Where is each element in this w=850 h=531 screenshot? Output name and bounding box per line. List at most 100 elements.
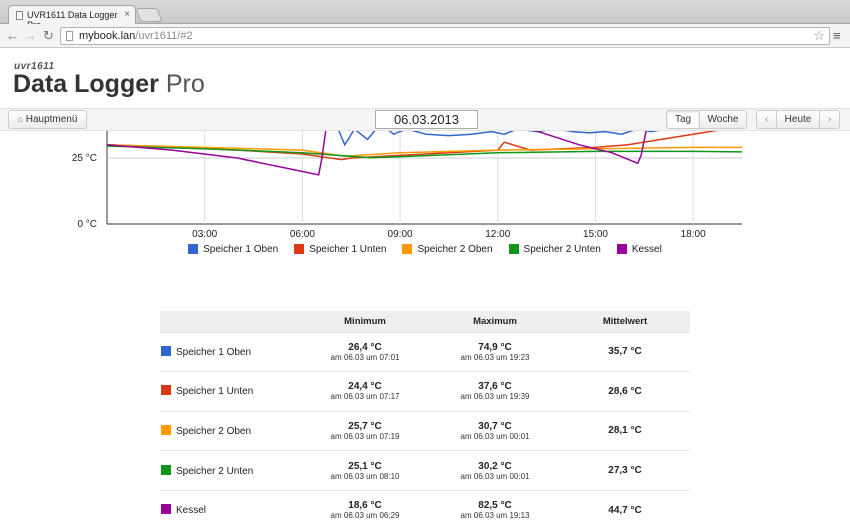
min-value: 25,1 °C [348,460,382,472]
table-header-row: Minimum Maximum Mittelwert [160,311,690,332]
forward-arrow-icon[interactable]: → [24,28,37,44]
document-icon [16,11,23,20]
legend-label: Speicher 1 Unten [309,243,387,255]
min-value: 24,4 °C [348,381,382,393]
min-time: am 06.03 um 08:10 [330,471,400,481]
next-day-button[interactable]: › [819,110,840,129]
legend-item[interactable]: Speicher 2 Unten [508,242,601,256]
legend-label: Kessel [631,243,662,255]
series-color-swatch [161,345,171,356]
max-cell: 82,5 °C am 06.03 um 19:13 [430,489,560,530]
max-time: am 06.03 um 19:23 [460,352,530,362]
min-cell: 26,4 °C am 06.03 um 07:01 [300,331,430,372]
view-week-button[interactable]: Woche [699,110,747,129]
url-path: /uvr1611/#2 [135,30,193,42]
table-row: Kessel 18,6 °C am 06.03 um 06:29 82,5 °C am … [160,489,690,530]
browser-tab[interactable]: UVR1611 Data Logger Pro × [8,5,136,30]
series-name-cell: Speicher 1 Oben [160,331,300,372]
browser-menu-icon[interactable]: ≡ [833,28,841,43]
legend-label: Speicher 1 Oben [203,243,279,255]
min-time: am 06.03 um 07:17 [330,392,400,402]
table-row: Speicher 1 Unten 24,4 °C am 06.03 um 07:17… [160,371,690,412]
min-value: 25,7 °C [348,420,382,432]
legend-item[interactable]: Speicher 2 Oben [402,242,493,256]
avg-cell: 35,7 °C [560,331,690,372]
x-tick-label: 03:00 [192,229,217,240]
close-icon[interactable]: × [124,9,130,20]
avg-cell: 28,1 °C [560,410,690,451]
x-tick-label: 06:00 [290,229,315,240]
legend-swatch [616,244,627,254]
reload-icon[interactable]: ↻ [43,28,54,44]
avg-value: 28,1 °C [608,425,642,437]
avg-value: 35,7 °C [608,346,642,358]
bookmark-star-icon[interactable]: ☆ [813,28,825,44]
main-menu-label: Hauptmenü [25,114,78,125]
series-name-cell: Kessel [160,489,300,530]
legend-item[interactable]: Speicher 1 Oben [188,242,278,256]
y-tick-label: 0 °C [77,219,97,230]
max-time: am 06.03 um 00:01 [460,471,530,481]
browser-toolbar: ← → ↻ mybook.lan/uvr1611/#2 ☆ ≡ [0,24,850,48]
series-name: Speicher 2 Unten [176,465,254,477]
table-row: Speicher 2 Unten 25,1 °C am 06.03 um 08:10… [160,450,690,491]
x-tick-label: 15:00 [583,229,608,240]
table-row: Speicher 2 Oben 25,7 °C am 06.03 um 07:19 3… [160,410,690,451]
back-arrow-icon[interactable]: ← [6,28,19,44]
stats-table: Minimum Maximum Mittelwert Speicher 1 Ob… [160,311,690,530]
y-tick-label: 25 °C [72,153,97,164]
series-name-cell: Speicher 2 Oben [160,410,300,451]
controls-bar: ⌂ Hauptmenü 06.03.2013 Tag Woche ‹ Heute… [0,108,850,131]
date-field[interactable]: 06.03.2013 [375,110,478,129]
max-time: am 06.03 um 00:01 [460,431,530,441]
min-value: 26,4 °C [348,341,382,353]
legend-item[interactable]: Kessel [616,242,662,256]
series-name: Speicher 2 Oben [176,425,252,437]
avg-value: 44,7 °C [608,504,642,516]
prev-day-button[interactable]: ‹ [756,110,777,129]
home-icon: ⌂ [17,114,23,124]
series-name: Kessel [176,505,207,517]
max-value: 74,9 °C [478,341,512,353]
legend-swatch [402,244,413,254]
series-line [338,131,660,147]
table-row: Speicher 1 Oben 26,4 °C am 06.03 um 07:01 7… [160,331,690,372]
avg-cell: 28,6 °C [560,371,690,412]
series-color-swatch [161,385,171,396]
series-color-swatch [161,464,171,475]
min-cell: 18,6 °C am 06.03 um 06:29 [300,489,430,530]
legend-swatch [188,244,199,254]
app-title-light: Pro [165,70,205,98]
view-day-button[interactable]: Tag [666,110,700,129]
min-time: am 06.03 um 06:29 [330,511,400,521]
legend-swatch [294,244,305,254]
series-name: Speicher 1 Unten [176,386,254,398]
legend-label: Speicher 2 Oben [417,243,493,255]
max-value: 30,2 °C [478,460,512,472]
max-cell: 37,6 °C am 06.03 um 19:39 [430,371,560,412]
app-title-bold: Data Logger [13,70,159,98]
max-cell: 30,7 °C am 06.03 um 00:01 [430,410,560,451]
min-value: 18,6 °C [348,500,382,512]
series-color-swatch [161,424,171,435]
series-name-cell: Speicher 2 Unten [160,450,300,491]
series-name-cell: Speicher 1 Unten [160,371,300,412]
legend-item[interactable]: Speicher 1 Unten [294,242,386,256]
address-bar[interactable]: mybook.lan/uvr1611/#2 ☆ [60,27,830,45]
min-time: am 06.03 um 07:01 [330,352,400,362]
app-title: Data Logger Pro [13,70,205,99]
min-time: am 06.03 um 07:19 [330,431,400,441]
column-header: Minimum [300,311,430,332]
legend-label: Speicher 2 Unten [523,243,601,255]
new-tab-button[interactable] [135,8,163,22]
avg-value: 28,6 °C [608,385,642,397]
min-cell: 24,4 °C am 06.03 um 07:17 [300,371,430,412]
series-line [107,131,647,176]
series-color-swatch [161,504,171,515]
x-tick-label: 09:00 [388,229,413,240]
x-tick-label: 18:00 [681,229,706,240]
chart-legend: Speicher 1 Oben Speicher 1 Unten Speicher … [0,242,850,256]
main-menu-button[interactable]: ⌂ Hauptmenü [8,110,87,129]
min-cell: 25,7 °C am 06.03 um 07:19 [300,410,430,451]
today-button[interactable]: Heute [776,110,820,129]
